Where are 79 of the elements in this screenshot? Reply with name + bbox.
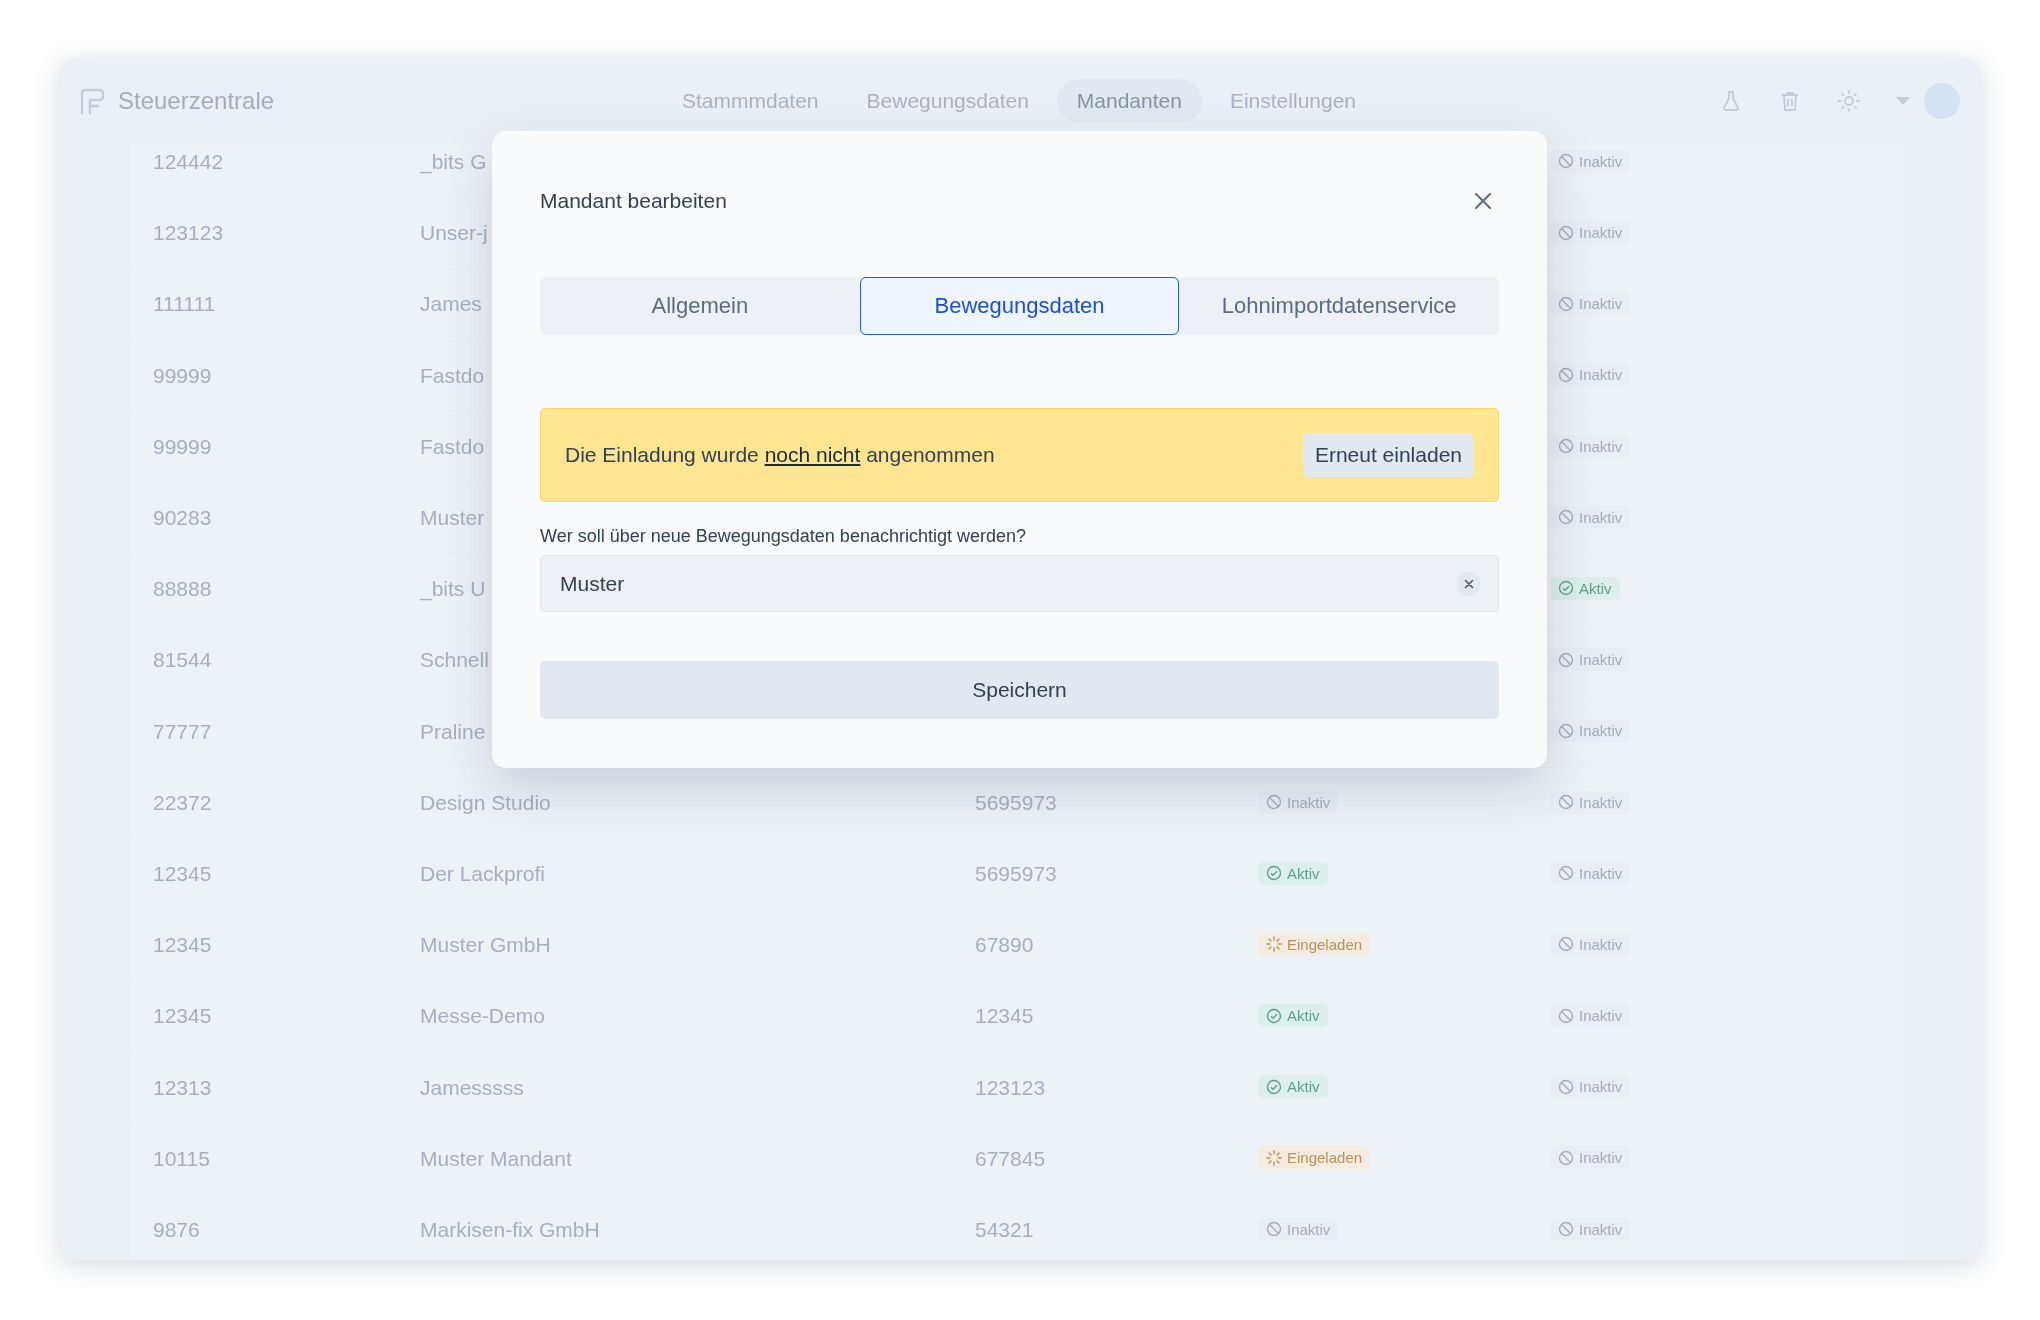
table-cell: 123123 [975, 1075, 1046, 1099]
status-badge: Inaktiv [1550, 292, 1631, 316]
table-cell: Messe-Demo [420, 1004, 545, 1028]
tab[interactable]: Allgemein [540, 277, 860, 335]
table-cell: Markisen-fix GmbH [420, 1217, 600, 1241]
table-cell: 12345 [153, 861, 212, 885]
status-badge: Inaktiv [1550, 149, 1631, 173]
table-cell: 81544 [153, 648, 212, 672]
table-cell: Jamesssss [420, 1075, 524, 1099]
table-cell: Schnell [420, 648, 489, 672]
save-button[interactable]: Speichern [540, 661, 1499, 719]
table-cell: 99999 [153, 434, 212, 458]
status-badge: Inaktiv [1550, 719, 1631, 743]
status-badge: Inaktiv [1550, 932, 1631, 956]
alert-message: Die Einladung wurde noch nicht angenommen [565, 443, 995, 467]
table-cell: 88888 [153, 577, 212, 601]
link[interactable]: noch nicht [764, 443, 861, 466]
table-cell: _bits G [420, 150, 487, 174]
status-badge: Eingeladen [1258, 1146, 1371, 1170]
app-title: Steuerzentrale [118, 87, 275, 115]
status-badge: Inaktiv [1550, 1004, 1631, 1028]
table-cell: Muster [420, 506, 485, 530]
table-cell: 77777 [153, 719, 212, 743]
input-field[interactable]: Muster [540, 555, 1499, 612]
status-badge: Inaktiv [1550, 221, 1631, 245]
status-badge: Inaktiv [1550, 363, 1631, 387]
status-badge: Inaktiv [1550, 505, 1631, 529]
table-cell: 67890 [975, 933, 1034, 957]
table-cell: 99999 [153, 363, 212, 387]
status-badge: Inaktiv [1258, 1217, 1339, 1241]
table-cell: Unser-j [420, 221, 488, 245]
table-cell: _bits U [420, 577, 486, 601]
table-cell: Muster Mandant [420, 1146, 572, 1170]
status-badge: Inaktiv [1550, 648, 1631, 672]
table-cell: 9876 [153, 1217, 200, 1241]
table-cell: 22372 [153, 790, 212, 814]
table-cell: 5695973 [975, 790, 1057, 814]
table-cell: 12345 [153, 1004, 212, 1028]
resend-invite-button[interactable]: Erneut einladen [1302, 433, 1474, 477]
table-cell: 12313 [153, 1075, 212, 1099]
table-cell: 111111 [153, 292, 216, 316]
table-cell: 123123 [153, 221, 224, 245]
table-cell: 5695973 [975, 861, 1057, 885]
status-badge: Eingeladen [1258, 932, 1371, 956]
status-badge: Inaktiv [1258, 790, 1339, 814]
sun-icon[interactable] [1837, 89, 1861, 113]
nav-tab[interactable]: Mandanten [1056, 79, 1202, 123]
table-cell: Praline [420, 719, 486, 743]
status-badge: Inaktiv [1550, 861, 1631, 885]
status-badge: Inaktiv [1550, 790, 1631, 814]
table-cell: 10115 [153, 1146, 210, 1170]
close-icon[interactable] [1473, 191, 1493, 211]
caret-icon[interactable] [1896, 97, 1910, 105]
table-cell: Der Lackprofi [420, 861, 545, 885]
dialog-title: Mandant bearbeiten [540, 189, 727, 213]
table-cell: James [420, 292, 482, 316]
status-badge: Aktiv [1258, 1075, 1328, 1099]
table-cell: 677845 [975, 1146, 1046, 1170]
status-badge: Aktiv [1258, 1004, 1328, 1028]
status-badge: Inaktiv [1550, 1146, 1631, 1170]
status-badge: Inaktiv [1550, 434, 1631, 458]
table-cell: 90283 [153, 506, 212, 530]
table-cell: 12345 [153, 933, 212, 957]
status-badge: Inaktiv [1550, 1075, 1631, 1099]
field-label: Wer soll über neue Bewegungsdaten benachrichtigt werden? [540, 526, 1027, 547]
table-cell: 124442 [153, 150, 224, 174]
table-cell: Muster GmbH [420, 933, 551, 957]
tab[interactable]: Bewegungsdaten [859, 277, 1180, 335]
table-cell: 54321 [975, 1217, 1034, 1241]
logo-icon [78, 87, 106, 115]
table-cell: 12345 [975, 1004, 1034, 1028]
status-badge: Inaktiv [1550, 1217, 1631, 1241]
clear-icon[interactable] [1457, 571, 1481, 596]
status-badge: Aktiv [1550, 576, 1620, 600]
table-cell: Fastdo [420, 363, 485, 387]
tab[interactable]: Lohnimportdatenservice [1179, 277, 1499, 335]
table-cell: Fastdo [420, 434, 485, 458]
table-cell: Design Studio [420, 790, 551, 814]
status-badge: Aktiv [1258, 861, 1328, 885]
